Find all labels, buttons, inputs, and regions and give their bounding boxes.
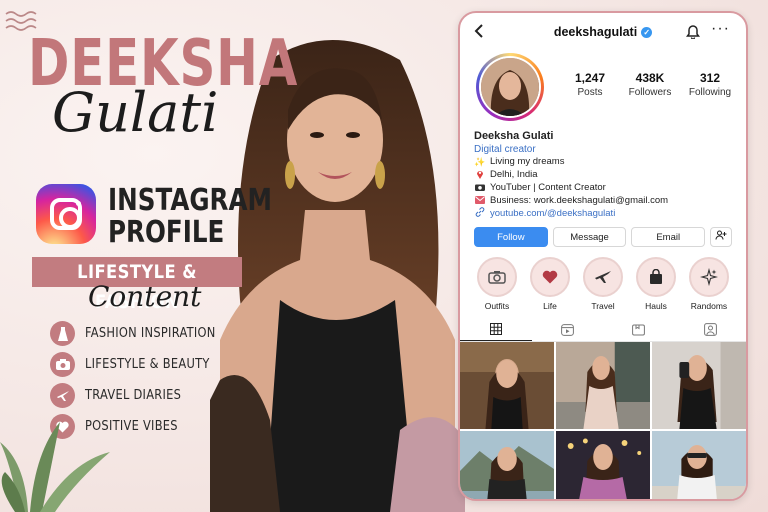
bio-line: Delhi, India	[474, 169, 732, 183]
follow-button[interactable]: Follow	[474, 226, 548, 247]
feature-item: FASHION INSPIRATION	[50, 318, 233, 349]
promo-panel: DEEKSHA Gulati INSTAGRAM PROFILE LIFESTY…	[0, 0, 297, 512]
bio-text: Business: work.deekshagulati@gmail.com	[490, 194, 669, 206]
bio-line: Business: work.deekshagulati@gmail.com	[474, 195, 732, 208]
tab-posts-grid[interactable]	[460, 319, 532, 341]
profile-stats: 1,247 Posts 438K Followers 312 Following	[560, 71, 740, 98]
story-highlights: Outfits Life Travel Hauls Randoms	[460, 247, 746, 311]
tab-guides[interactable]	[603, 319, 675, 341]
highlight-item[interactable]: Travel	[578, 256, 628, 311]
post-thumbnail[interactable]	[652, 341, 746, 429]
highlight-item[interactable]: Outfits	[472, 256, 522, 311]
sparkles-icon	[689, 256, 729, 297]
bio-text: Delhi, India	[490, 169, 538, 180]
dress-icon	[50, 321, 75, 346]
message-button[interactable]: Message	[552, 226, 627, 247]
tab-reels[interactable]	[532, 319, 604, 341]
back-arrow-icon[interactable]	[474, 22, 484, 43]
stat-value: 312	[699, 71, 721, 85]
stat-posts[interactable]: 1,247 Posts	[560, 71, 620, 98]
profile-category: Digital creator	[474, 144, 536, 155]
instagram-profile-screen: deekshagulati ✓ ··· 1,247 Posts 438K Fol…	[458, 11, 748, 501]
stat-label: Following	[688, 87, 732, 98]
sparkles-icon: ✨	[474, 157, 486, 167]
feature-item: LIFESTYLE & BEAUTY	[50, 349, 233, 380]
stat-value: 438K	[635, 71, 665, 85]
feature-label: TRAVEL DIARIES	[85, 388, 182, 403]
bio-line: ✨ Living my dreams	[474, 156, 732, 169]
profile-actions: Follow Message Email	[460, 221, 746, 247]
add-user-icon	[715, 230, 727, 240]
feature-label: FASHION INSPIRATION	[85, 326, 216, 341]
username-label: deekshagulati	[553, 25, 638, 39]
highlight-item[interactable]: Hauls	[631, 256, 681, 311]
profile-bio: Deeksha Gulati Digital creator ✨ Living …	[460, 129, 746, 221]
platform-title: INSTAGRAM	[108, 183, 273, 218]
post-thumbnail[interactable]	[652, 430, 746, 499]
mail-icon	[474, 195, 486, 208]
profile-link[interactable]: youtube.com/@deekshagulati	[490, 208, 615, 221]
plane-icon	[583, 256, 623, 297]
add-user-button[interactable]	[710, 226, 732, 247]
stat-value: 1,247	[574, 71, 606, 85]
bell-icon[interactable]	[686, 23, 700, 44]
pin-icon	[474, 169, 486, 183]
creator-last-name: Gulati	[52, 81, 219, 144]
content-script-label: Content	[88, 280, 202, 313]
bio-line: YouTuber | Content Creator	[474, 182, 732, 195]
heart-icon	[530, 256, 570, 297]
stat-label: Followers	[628, 87, 672, 98]
profile-username: deekshagulati ✓	[553, 25, 653, 39]
feature-label: LIFESTYLE & BEAUTY	[85, 357, 210, 372]
post-thumbnail[interactable]	[556, 430, 650, 499]
highlight-item[interactable]: Randoms	[684, 256, 734, 311]
camera-icon	[50, 352, 75, 377]
bio-text: Living my dreams	[490, 156, 565, 167]
avatar[interactable]	[476, 53, 544, 121]
highlight-label: Life	[543, 300, 557, 311]
profile-topbar: deekshagulati ✓ ···	[460, 13, 746, 51]
highlight-label: Outfits	[484, 300, 510, 311]
link-icon	[474, 207, 486, 221]
reels-icon	[560, 323, 574, 336]
camera-icon	[474, 182, 486, 195]
bio-text: YouTuber | Content Creator	[490, 182, 606, 193]
highlight-label: Randoms	[690, 300, 728, 311]
grid-icon	[489, 323, 502, 335]
platform-subtitle: PROFILE	[108, 215, 225, 250]
highlight-label: Hauls	[645, 300, 667, 311]
post-thumbnail[interactable]	[460, 341, 554, 429]
tab-tagged[interactable]	[675, 319, 747, 341]
stat-label: Posts	[577, 87, 603, 98]
profile-header: 1,247 Posts 438K Followers 312 Following	[460, 51, 746, 129]
more-options-icon[interactable]: ···	[711, 20, 730, 38]
instagram-logo-icon	[36, 184, 96, 244]
camera-icon	[477, 256, 517, 297]
stat-followers[interactable]: 438K Followers	[620, 71, 680, 98]
tagged-icon	[703, 323, 717, 336]
stat-following[interactable]: 312 Following	[680, 71, 740, 98]
display-name: Deeksha Gulati	[474, 130, 554, 142]
highlight-label: Travel	[591, 300, 615, 311]
bag-icon	[636, 256, 676, 297]
post-thumbnail[interactable]	[460, 430, 554, 499]
verified-badge-icon: ✓	[641, 26, 653, 38]
highlight-item[interactable]: Life	[525, 256, 575, 311]
plant-decoration-icon	[0, 422, 110, 512]
bio-link-row[interactable]: youtube.com/@deekshagulati	[474, 207, 732, 221]
profile-tabs	[460, 319, 746, 342]
email-button[interactable]: Email	[631, 226, 706, 247]
post-thumbnail[interactable]	[556, 341, 650, 429]
guide-icon	[632, 324, 646, 335]
posts-grid	[460, 341, 746, 499]
